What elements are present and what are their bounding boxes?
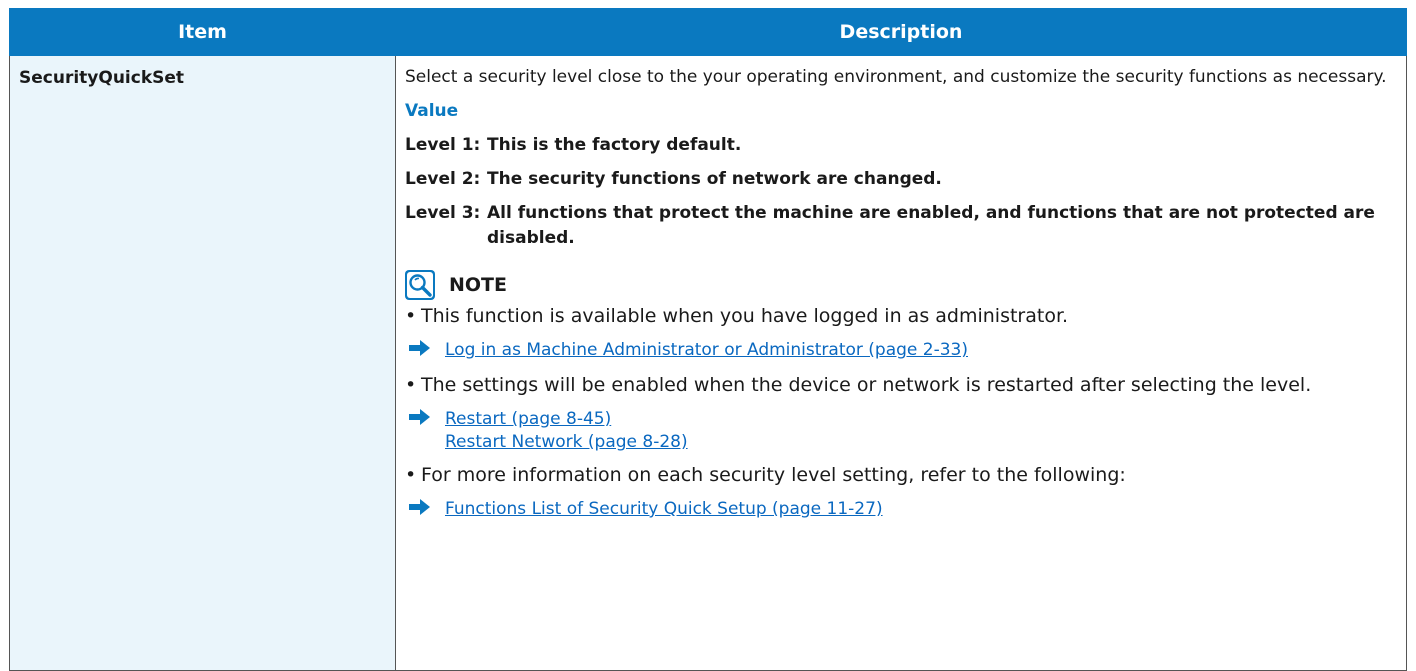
level-row: Level 3: All functions that protect the … [405,201,1406,251]
bullet-text: The settings will be enabled when the de… [421,374,1312,396]
reference-link[interactable]: Restart Network (page 8-28) [445,431,1406,454]
level-key: Level 2: [405,169,481,189]
bullet-dot: • [405,374,417,396]
note-label: NOTE [449,273,507,296]
level-text: The security functions of network are ch… [487,169,942,189]
bullet-dot: • [405,305,417,327]
reference: Log in as Machine Administrator or Admin… [405,339,1406,364]
item-cell: SecurityQuickSet [9,55,396,671]
column-header-item: Item [9,8,396,56]
magnifier-note-icon [405,270,435,300]
note-bullet: • This function is available when you ha… [405,303,1406,330]
intro-text: Select a security level close to the you… [405,67,1387,87]
bullet-text: This function is available when you have… [421,305,1069,327]
level-text: This is the factory default. [487,135,742,155]
level-key: Level 3: [405,203,481,223]
reference: Functions List of Security Quick Setup (… [405,498,1406,523]
arrow-right-icon [405,498,445,523]
description-cell: Select a security level close to the you… [395,55,1407,671]
column-header-description: Description [395,8,1407,56]
level-text: All functions that protect the machine a… [487,203,1375,248]
note-bullet: • For more information on each security … [405,462,1406,489]
arrow-right-icon [405,339,445,364]
level-key: Level 1: [405,135,481,155]
level-row: Level 1: This is the factory default. [405,133,1406,158]
level-row: Level 2: The security functions of netwo… [405,167,1406,192]
spec-table: Item Description SecurityQuickSet Select… [9,8,1407,671]
item-name: SecurityQuickSet [19,68,185,88]
note-bullet: • The settings will be enabled when the … [405,372,1406,399]
reference-link[interactable]: Log in as Machine Administrator or Admin… [445,339,1406,362]
reference: Restart (page 8-45) Restart Network (pag… [405,408,1406,454]
table-row: SecurityQuickSet Select a security level… [9,55,1407,671]
bullet-text: For more information on each security le… [421,464,1126,486]
reference-link[interactable]: Restart (page 8-45) [445,408,1406,431]
note-heading: NOTE [405,270,1406,300]
value-heading: Value [405,101,459,121]
reference-link[interactable]: Functions List of Security Quick Setup (… [445,498,1406,521]
bullet-dot: • [405,464,417,486]
arrow-right-icon [405,408,445,454]
